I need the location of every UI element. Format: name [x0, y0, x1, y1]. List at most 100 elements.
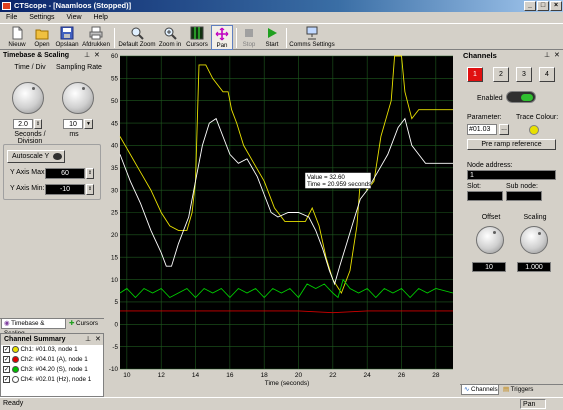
channel-summary-item[interactable]: ✓ Ch2: #04.01 (A), node 1 [3, 355, 103, 365]
enabled-toggle[interactable] [506, 91, 536, 103]
y-axis-max-spinner[interactable]: ⇕ [86, 168, 94, 179]
close-icon[interactable]: ✕ [554, 50, 560, 61]
offset-field[interactable]: 10 [472, 262, 506, 272]
y-axis-min-field[interactable]: -10 [45, 184, 85, 195]
toolbar-separator [236, 28, 237, 48]
folder-icon [35, 29, 49, 40]
start-button[interactable]: Start [261, 25, 283, 50]
pan-icon [215, 27, 229, 41]
stop-button[interactable]: Stop [239, 25, 259, 50]
sampling-rate-dropdown[interactable]: ▼ [84, 119, 93, 129]
channel-3-button[interactable]: 3 [516, 67, 532, 82]
y-tick-label: 15 [111, 254, 119, 261]
y-tick-label: 55 [111, 76, 119, 83]
checkmark-icon[interactable]: ✓ [3, 365, 10, 373]
enabled-label: Enabled [477, 95, 503, 102]
time-div-spinner[interactable]: ⇕ [34, 119, 42, 129]
y-tick-label: 40 [111, 143, 119, 150]
save-button[interactable]: Opslaan [54, 25, 80, 50]
y-tick-label: 0 [114, 321, 118, 328]
cursors-icon [190, 26, 204, 40]
parameter-field[interactable]: #01.03 [467, 124, 497, 135]
minimize-button[interactable]: _ [524, 1, 536, 11]
zoom-in-button[interactable]: Zoom in [157, 25, 183, 50]
channel-4-button[interactable]: 4 [539, 67, 555, 82]
toggle-on-icon [521, 94, 533, 101]
menu-settings[interactable]: Settings [29, 14, 54, 21]
network-icon [306, 26, 318, 40]
y-axis-max-field[interactable]: 60 [45, 168, 85, 179]
channel-colour-icon [11, 375, 19, 383]
sampling-rate-knob[interactable] [62, 82, 94, 114]
cursors-button[interactable]: Cursors [184, 25, 210, 50]
close-icon[interactable]: ✕ [95, 334, 101, 345]
y-tick-label: 30 [111, 187, 119, 194]
checkmark-icon[interactable]: ✓ [3, 375, 10, 383]
slot-field[interactable] [467, 191, 503, 201]
scaling-field[interactable]: 1.000 [517, 262, 551, 272]
channel-summary-item[interactable]: ✓ Ch4: #02.01 (Hz), node 1 [3, 375, 103, 385]
print-button[interactable]: Afdrukken [81, 25, 111, 50]
y-tick-label: 20 [111, 232, 119, 239]
time-div-knob[interactable] [12, 82, 44, 114]
cursors-tab-icon: ✚ [69, 320, 75, 327]
tab-triggers[interactable]: ▤ Triggers [501, 385, 541, 395]
status-text: Ready [3, 400, 24, 407]
pin-icon[interactable]: ⊥ [85, 334, 91, 345]
x-tick-label: 28 [432, 372, 440, 379]
channel-summary-item[interactable]: ✓ Ch3: #04.20 (S), node 1 [3, 365, 103, 375]
subnode-field[interactable] [506, 191, 542, 201]
y-axis-min-spinner[interactable]: ⇕ [86, 184, 94, 195]
checkmark-icon[interactable]: ✓ [3, 355, 10, 363]
x-axis-ticks: 10 12 14 16 18 20 22 24 26 28 [123, 372, 440, 379]
channels-panel: Channels ⊥ ✕ 1 2 3 4 Enabled Parameter: … [460, 50, 563, 397]
pin-icon[interactable]: ⊥ [544, 50, 550, 61]
tab-channels[interactable]: ∿ Channels [461, 385, 499, 395]
y-tick-label: 25 [111, 210, 119, 217]
checkmark-icon[interactable]: ✓ [3, 345, 10, 353]
menu-bar: File Settings View Help [0, 12, 563, 23]
trace-colour-label: Trace Colour: [516, 114, 559, 121]
y-axis-max-label: Y Axis Max: [10, 169, 47, 176]
comms-settings-button[interactable]: Comms Settings [289, 25, 335, 50]
autoscale-toggle[interactable]: Autoscale Y [7, 150, 65, 163]
triggers-tab-icon: ▤ [503, 386, 509, 393]
pin-icon[interactable]: ⊥ [84, 50, 90, 61]
time-div-field[interactable]: 2.0 [13, 119, 33, 129]
tab-timebase-scaling[interactable]: ◉ Timebase & Scaling [1, 319, 66, 337]
channel-colour-icon [11, 355, 19, 363]
stop-icon [245, 29, 253, 37]
scope-graph[interactable]: 605550454035302520151050-5-10 10 12 14 16 18… [107, 52, 457, 397]
channel-2-button[interactable]: 2 [493, 67, 509, 82]
channel-1-button[interactable]: 1 [467, 67, 483, 82]
offset-knob[interactable] [476, 226, 504, 254]
new-button[interactable]: Nieuw [4, 25, 30, 50]
pan-button[interactable]: Pan [211, 25, 233, 50]
x-tick-label: 20 [295, 372, 303, 379]
sampling-rate-field[interactable]: 10 [63, 119, 83, 129]
x-tick-label: 16 [226, 372, 234, 379]
trace-colour-swatch[interactable] [529, 125, 539, 135]
parameter-description: Pre ramp reference [467, 139, 556, 150]
close-icon[interactable]: ✕ [94, 50, 100, 61]
y-tick-label: 50 [111, 98, 119, 105]
menu-file[interactable]: File [6, 14, 17, 21]
save-icon [60, 26, 74, 40]
channel-colour-icon [11, 365, 19, 373]
node-address-field[interactable]: 1 [467, 170, 556, 180]
default-zoom-button[interactable]: Default Zoom [118, 25, 156, 50]
timebase-panel-header: Timebase & Scaling ⊥ ✕ [3, 50, 100, 61]
offset-label: Offset [481, 214, 501, 221]
menu-help[interactable]: Help [93, 14, 107, 21]
browse-parameter-button[interactable]: ... [499, 124, 509, 135]
magnifier-icon [131, 27, 144, 40]
tab-cursors[interactable]: ✚ Cursors [67, 319, 103, 329]
close-button[interactable]: × [550, 1, 562, 11]
menu-view[interactable]: View [66, 14, 81, 21]
channels-tab-strip: ∿ Channels ▤ Triggers [460, 384, 563, 395]
scaling-knob[interactable] [520, 226, 548, 254]
channel-summary-item[interactable]: ✓ Ch1: #01.03, node 1 [3, 345, 103, 355]
y-tick-label: 10 [111, 277, 119, 284]
maximize-button[interactable]: □ [537, 1, 549, 11]
open-button[interactable]: Open [31, 25, 53, 50]
